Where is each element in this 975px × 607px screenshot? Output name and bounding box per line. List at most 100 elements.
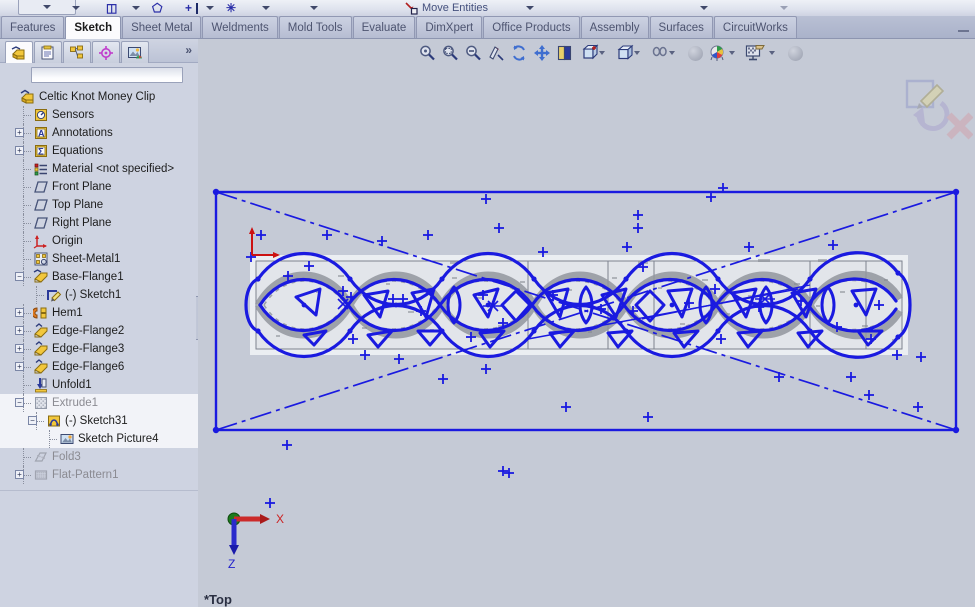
toolbar-caret-d[interactable]: [262, 0, 270, 16]
tree-item-material-not-specified[interactable]: Material <not specified>: [0, 160, 198, 178]
tree-item-origin[interactable]: Origin: [0, 232, 198, 250]
appearance-image-icon: [128, 46, 142, 58]
expand-icon[interactable]: +: [15, 326, 24, 335]
tree-item-hem1[interactable]: + Hem1: [0, 304, 198, 322]
tree-item-sheet-metal1[interactable]: Sheet-Metal1: [0, 250, 198, 268]
toolbar-caret-c[interactable]: [206, 0, 214, 16]
collapse-icon[interactable]: −: [15, 398, 24, 407]
tab-sketch[interactable]: Sketch: [65, 16, 122, 39]
expand-tabs-chevron-icon[interactable]: »: [185, 43, 192, 57]
tree-item-edge-flange6[interactable]: + Edge-Flange6: [0, 358, 198, 376]
collapse-commandmanager-icon[interactable]: [958, 30, 969, 32]
tree-connector: [23, 169, 31, 170]
hem-icon: [31, 305, 49, 321]
tab-circuitworks[interactable]: CircuitWorks: [713, 16, 797, 38]
tree-item-top-plane[interactable]: Top Plane: [0, 196, 198, 214]
expand-icon[interactable]: +: [15, 128, 24, 137]
plus-icon[interactable]: +: [185, 0, 192, 16]
property-manager-tab[interactable]: [34, 41, 62, 63]
configuration-manager-tab[interactable]: [63, 41, 91, 63]
tree-item-edge-flange3[interactable]: + Edge-Flange3: [0, 340, 198, 358]
tree-item-label: Extrude1: [52, 397, 99, 409]
linear-pattern-icon[interactable]: ✳: [226, 0, 236, 16]
feature-tree[interactable]: Celtic Knot Money Clip Sensors + A Annotatio…: [0, 88, 198, 490]
tree-item-label: Sketch Picture4: [78, 433, 159, 445]
tab-mold-tools[interactable]: Mold Tools: [278, 16, 352, 38]
feature-manager-tabbar: »: [0, 39, 198, 64]
tab-weldments[interactable]: Weldments: [202, 16, 278, 38]
sensors-icon: [33, 107, 49, 123]
tree-connector: [23, 241, 31, 242]
tree-connector: [36, 295, 44, 296]
tree-item-sketch-picture4[interactable]: Sketch Picture4: [0, 430, 198, 448]
dimxpert-manager-tab[interactable]: [92, 41, 120, 63]
tree-item-front-plane[interactable]: Front Plane: [0, 178, 198, 196]
tree-item-sensors[interactable]: Sensors: [0, 106, 198, 124]
offset-entities-icon[interactable]: ⬠: [152, 0, 162, 16]
sketch-picture-icon: [59, 431, 75, 447]
tree-item-flat-pattern1[interactable]: + Flat-Pattern1: [0, 466, 198, 484]
tab-surfaces[interactable]: Surfaces: [649, 16, 713, 38]
tab-features[interactable]: Features: [1, 16, 65, 38]
collapse-icon[interactable]: −: [28, 416, 37, 425]
edge-flange-icon: [33, 341, 49, 357]
tree-item-label: (-) Sketch1: [65, 289, 122, 301]
edge-flange-icon: [33, 359, 49, 375]
tab-sheet-metal[interactable]: Sheet Metal: [122, 16, 202, 38]
toolbar-caret-b[interactable]: [132, 0, 140, 16]
tree-item-label: Base-Flange1: [52, 271, 124, 283]
tree-item-base-flange1[interactable]: − Base-Flange1: [0, 268, 198, 286]
tree-item-edge-flange2[interactable]: + Edge-Flange2: [0, 322, 198, 340]
tab-office-products[interactable]: Office Products: [483, 16, 580, 38]
tree-item-fold3[interactable]: Fold3: [0, 448, 198, 466]
tree-item-annotations[interactable]: + A Annotations: [0, 124, 198, 142]
tab-assembly[interactable]: Assembly: [580, 16, 649, 38]
expand-icon[interactable]: +: [15, 362, 24, 371]
tree-item-sketch1[interactable]: (-) Sketch1: [0, 286, 198, 304]
feature-filter-input[interactable]: [31, 67, 183, 83]
tab-evaluate[interactable]: Evaluate: [352, 16, 416, 38]
tree-item-label: Unfold1: [52, 379, 92, 391]
tree-item-unfold1[interactable]: Unfold1: [0, 376, 198, 394]
fillet-icon[interactable]: ◫: [106, 0, 117, 16]
tree-item-equations[interactable]: + Σ Equations: [0, 142, 198, 160]
move-entities-icon[interactable]: [404, 0, 418, 16]
expand-icon[interactable]: +: [15, 146, 24, 155]
flat-pattern-icon: [33, 467, 49, 483]
toolbar-caret-g[interactable]: [700, 0, 708, 16]
toolbar-combo-dropdown[interactable]: [18, 0, 76, 15]
tree-item-label: Fold3: [52, 451, 81, 463]
sketch-geometry[interactable]: [198, 39, 975, 607]
feature-tree-tab[interactable]: [5, 41, 33, 64]
graphics-viewport[interactable]: X Z *Top: [198, 39, 975, 607]
toolbar-caret-e[interactable]: [310, 0, 318, 16]
tree-item-label: Hem1: [52, 307, 83, 319]
tree-connector: [23, 349, 31, 350]
tree-item-right-plane[interactable]: Right Plane: [0, 214, 198, 232]
tree-item-label: Edge-Flange2: [52, 325, 125, 337]
tree-item-label: Annotations: [52, 127, 113, 139]
sketch-picture-icon: [60, 434, 74, 444]
tree-connector: [23, 457, 31, 458]
toolbar-caret-h[interactable]: [780, 0, 788, 16]
tree-item-extrude1[interactable]: − Extrude1: [0, 394, 198, 412]
tab-dimxpert[interactable]: DimXpert: [416, 16, 483, 38]
tree-connector: [23, 403, 31, 404]
edge-flange-icon: [34, 323, 48, 338]
tree-connector: [23, 115, 31, 116]
sketch-tools-toolbar-strip: ◫ ⬠ + ✳ Move Entities: [0, 0, 975, 16]
sheet-metal-icon: [33, 251, 49, 267]
expand-icon[interactable]: +: [15, 470, 24, 479]
tree-item-sketch31[interactable]: − (-) Sketch31: [0, 412, 198, 430]
dimxpert-target-icon: [99, 45, 113, 60]
expand-icon[interactable]: +: [15, 308, 24, 317]
tree-item-celtic-knot-money-clip[interactable]: Celtic Knot Money Clip: [0, 88, 198, 106]
toolbar-caret-a[interactable]: [72, 0, 80, 16]
hem-icon: [31, 307, 47, 319]
base-flange-icon: [33, 269, 49, 285]
toolbar-caret-f[interactable]: [526, 0, 534, 16]
expand-icon[interactable]: +: [15, 344, 24, 353]
collapse-icon[interactable]: −: [15, 272, 24, 281]
fold-icon: [34, 452, 47, 462]
display-manager-tab[interactable]: [121, 41, 149, 63]
